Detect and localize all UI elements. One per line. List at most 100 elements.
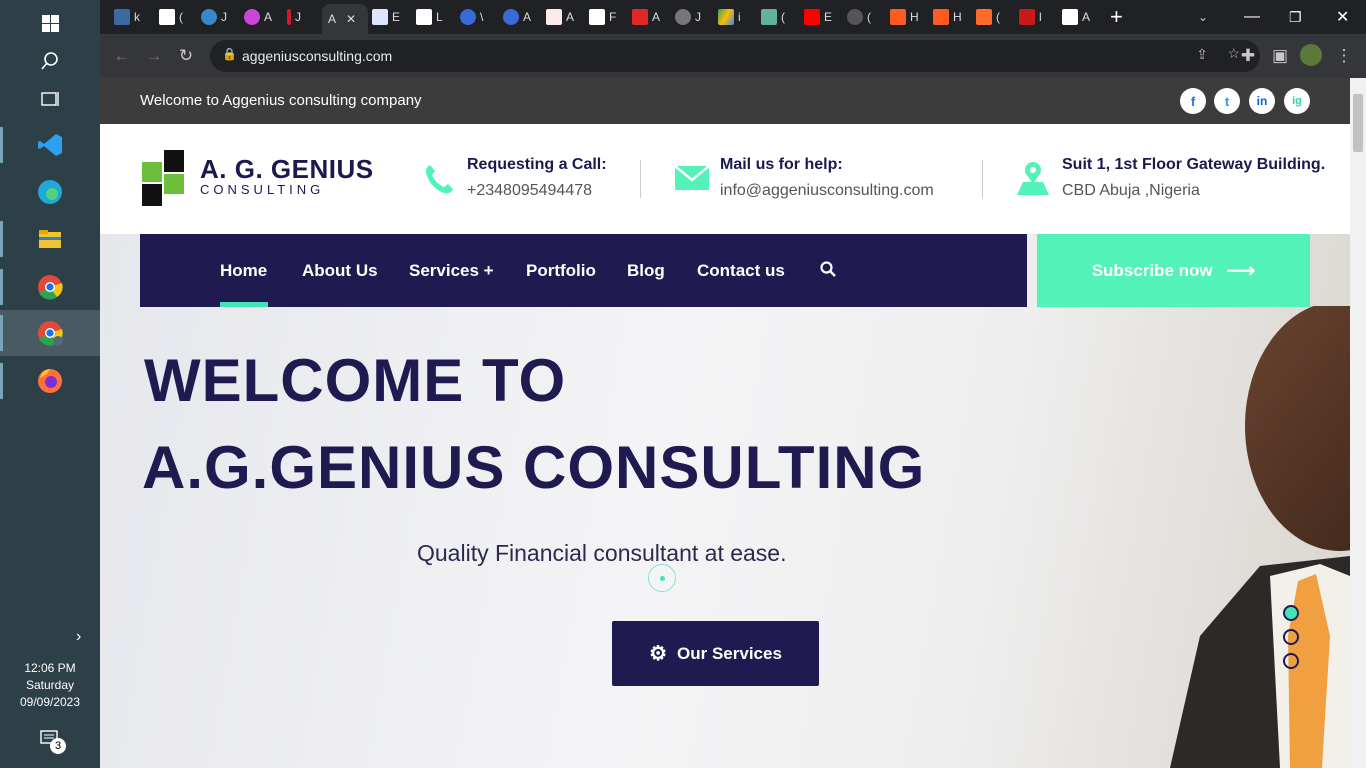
- forward-arrow-icon[interactable]: →: [142, 44, 166, 68]
- browser-tab[interactable]: (: [159, 4, 183, 30]
- close-tab-icon[interactable]: ✕: [346, 12, 356, 26]
- location-map-icon: [1016, 160, 1050, 201]
- tab-title: H: [953, 10, 962, 24]
- instagram-icon[interactable]: ig: [1284, 88, 1310, 114]
- chrome-icon: [38, 275, 63, 300]
- subscribe-button[interactable]: Subscribe now ⟶: [1037, 234, 1310, 307]
- edge-app[interactable]: [0, 169, 100, 215]
- file-explorer-app[interactable]: [0, 216, 100, 262]
- page-scrollbar[interactable]: [1350, 78, 1366, 768]
- browser-tab[interactable]: (: [976, 4, 1000, 30]
- site-logo[interactable]: [142, 150, 188, 213]
- notification-center-button[interactable]: 3: [40, 730, 66, 754]
- browser-tab[interactable]: J: [201, 4, 227, 30]
- browser-tab[interactable]: F: [589, 4, 616, 30]
- tab-title: E: [824, 10, 833, 24]
- nav-about-us[interactable]: About Us: [302, 261, 378, 281]
- browser-tab[interactable]: A: [546, 4, 574, 30]
- twitter-icon[interactable]: t: [1214, 88, 1240, 114]
- nav-services[interactable]: Services +: [409, 261, 494, 281]
- browser-tab[interactable]: L: [416, 4, 443, 30]
- browser-tab[interactable]: H: [890, 4, 919, 30]
- vscode-app[interactable]: [0, 122, 100, 168]
- chrome-app[interactable]: [0, 264, 100, 310]
- browser-tab[interactable]: J: [675, 4, 701, 30]
- tab-search-chevron-icon[interactable]: ⌄: [1198, 4, 1208, 30]
- browser-tab[interactable]: E: [804, 4, 832, 30]
- slider-dot-1[interactable]: [1283, 605, 1299, 621]
- browser-tab[interactable]: l: [1019, 4, 1042, 30]
- side-panel-icon[interactable]: ▣: [1268, 44, 1292, 68]
- clock-time: 12:06 PM: [24, 661, 76, 675]
- browser-tab[interactable]: i: [718, 4, 741, 30]
- tab-favicon-icon: [675, 9, 691, 25]
- tab-favicon-icon: [847, 9, 863, 25]
- browser-menu-icon[interactable]: ⋮: [1332, 44, 1356, 68]
- mail-title: Mail us for help:: [720, 156, 843, 173]
- hero-heading-line-2: A.G.GENIUS CONSULTING: [142, 434, 926, 501]
- browser-tab[interactable]: A: [1062, 4, 1090, 30]
- slider-dot-3[interactable]: [1283, 653, 1299, 669]
- browser-tab[interactable]: A: [632, 4, 660, 30]
- tab-favicon-icon: [416, 9, 432, 25]
- tab-title: J: [695, 10, 701, 24]
- scrollbar-thumb[interactable]: [1353, 94, 1363, 152]
- extensions-puzzle-icon[interactable]: ✚: [1236, 44, 1260, 68]
- back-arrow-icon[interactable]: ←: [110, 44, 134, 68]
- minimize-window-icon[interactable]: —: [1244, 4, 1260, 30]
- tab-title: A: [264, 10, 273, 24]
- browser-tab[interactable]: \: [460, 4, 483, 30]
- slider-dot-2[interactable]: [1283, 629, 1299, 645]
- browser-tab[interactable]: (: [761, 4, 785, 30]
- search-icon: [41, 52, 58, 70]
- our-services-label: Our Services: [677, 643, 782, 663]
- mail-icon: [674, 164, 710, 197]
- mail-address[interactable]: info@aggeniusconsulting.com: [720, 182, 934, 200]
- running-indicator: [0, 127, 3, 163]
- close-window-icon[interactable]: ✕: [1336, 4, 1349, 30]
- notification-count-badge: 3: [50, 738, 66, 754]
- task-view-button[interactable]: [0, 76, 100, 122]
- browser-tab[interactable]: E: [372, 4, 400, 30]
- restore-window-icon[interactable]: ❐: [1289, 4, 1302, 30]
- nav-active-underline: [220, 302, 268, 307]
- tab-title: A: [523, 10, 532, 24]
- hero-section: WELCOME TO A.G.GENIUS CONSULTING Quality…: [100, 234, 1350, 768]
- browser-tab[interactable]: J: [287, 4, 301, 30]
- browser-tab-active[interactable]: A ✕: [322, 4, 368, 34]
- chrome-profile-app[interactable]: [0, 310, 100, 356]
- running-indicator: [0, 269, 3, 305]
- tab-title: A: [328, 12, 337, 26]
- browser-tab[interactable]: k: [114, 4, 140, 30]
- browser-tab[interactable]: H: [933, 4, 962, 30]
- nav-portfolio[interactable]: Portfolio: [526, 261, 596, 281]
- firefox-app[interactable]: [0, 358, 100, 404]
- nav-blog[interactable]: Blog: [627, 261, 665, 281]
- show-hidden-icons-chevron-icon[interactable]: ›: [76, 628, 81, 646]
- tab-title: L: [436, 10, 443, 24]
- our-services-button[interactable]: ⚙ Our Services: [612, 621, 819, 686]
- linkedin-icon[interactable]: in: [1249, 88, 1275, 114]
- divider: [640, 160, 641, 198]
- tab-favicon-icon: [718, 9, 734, 25]
- browser-tab[interactable]: A: [244, 4, 272, 30]
- profile-avatar[interactable]: [1300, 44, 1322, 66]
- tab-title: l: [1039, 10, 1042, 24]
- new-tab-plus-icon[interactable]: +: [1110, 4, 1123, 30]
- system-clock[interactable]: 12:06 PM Saturday 09/09/2023: [0, 660, 100, 711]
- divider: [982, 160, 983, 198]
- tab-favicon-icon: [114, 9, 130, 25]
- browser-tab[interactable]: (: [847, 4, 871, 30]
- subscribe-label: Subscribe now: [1091, 260, 1213, 280]
- welcome-text: Welcome to Aggenius consulting company: [140, 92, 422, 109]
- nav-contact-us[interactable]: Contact us: [697, 261, 785, 281]
- facebook-icon[interactable]: f: [1180, 88, 1206, 114]
- browser-tab[interactable]: A: [503, 4, 531, 30]
- search-icon[interactable]: [820, 261, 836, 282]
- address-bar[interactable]: 🔒 aggeniusconsulting.com ⇪ ☆: [210, 40, 1260, 72]
- tab-favicon-icon: [159, 9, 175, 25]
- reload-icon[interactable]: ↻: [174, 44, 198, 68]
- share-icon[interactable]: ⇪: [1196, 46, 1208, 63]
- nav-home[interactable]: Home: [220, 261, 267, 281]
- call-number[interactable]: +2348095494478: [467, 182, 607, 200]
